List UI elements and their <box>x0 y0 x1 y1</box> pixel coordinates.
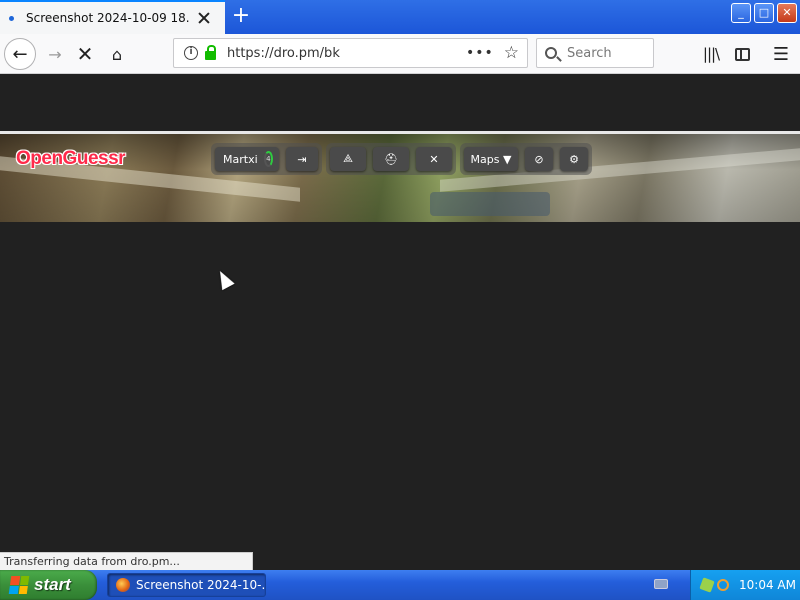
search-input[interactable] <box>567 45 647 61</box>
home-button[interactable]: ⌂ <box>102 39 132 69</box>
logout-icon: ⇥ <box>297 152 307 166</box>
settings-button[interactable]: ⚙ <box>560 147 588 171</box>
start-button[interactable]: start <box>0 570 97 600</box>
tab-title: Screenshot 2024-10-09 18.14.46 <box>26 11 189 25</box>
mode-button-2[interactable]: ⛑ <box>373 147 409 171</box>
search-box[interactable] <box>536 38 654 68</box>
user-controls: Martxi 4 ⇥ <box>211 143 322 175</box>
new-tab-button[interactable]: + <box>230 5 252 28</box>
page-actions-button[interactable]: ••• <box>466 45 494 61</box>
tab-favicon-icon <box>9 15 14 21</box>
start-label: start <box>34 575 71 594</box>
address-bar[interactable]: i https://dro.pm/bk ••• ☆ <box>173 38 528 68</box>
crossed-swords-icon: ✕ <box>429 152 439 166</box>
maps-dropdown-button[interactable]: Maps ▼ <box>464 147 518 171</box>
library-button[interactable]: |||\ <box>696 39 726 69</box>
menu-button[interactable]: ☰ <box>766 39 796 69</box>
mode-button-1[interactable]: ⟁ <box>330 147 366 171</box>
search-tray-icon[interactable] <box>717 579 729 591</box>
mouse-cursor-icon <box>213 267 235 291</box>
user-name: Martxi <box>223 152 258 166</box>
map-controls: Maps ▼ ⊘ ⚙ <box>460 143 592 175</box>
sidebar-icon <box>734 47 750 61</box>
status-panel: Transferring data from dro.pm... <box>0 552 253 570</box>
back-button[interactable]: ← <box>4 38 36 70</box>
bookmark-star-icon[interactable]: ☆ <box>504 43 519 63</box>
window-close-button[interactable]: ✕ <box>777 3 797 23</box>
site-info-icon[interactable]: i <box>184 46 198 60</box>
keyboard-icon[interactable] <box>654 579 668 589</box>
network-tray-icon[interactable] <box>699 577 715 593</box>
opengessr-logo[interactable]: OpenGuessr <box>16 148 126 170</box>
firefox-icon <box>116 578 130 592</box>
navigation-toolbar: ← → ✕ ⌂ i https://dro.pm/bk ••• ☆ |||\ ☰ <box>0 34 800 74</box>
block-icon: ⊘ <box>534 152 544 166</box>
forward-button[interactable]: → <box>40 39 70 69</box>
game-mode-controls: ⟁ ⛑ ✕ <box>326 143 456 175</box>
gear-icon: ⚙ <box>569 152 579 166</box>
panorama-pipe <box>430 192 550 216</box>
helmet-icon: ⛑ <box>384 152 398 166</box>
close-tab-icon[interactable] <box>197 11 211 25</box>
user-profile-button[interactable]: Martxi 4 <box>215 147 279 171</box>
mode-button-3[interactable]: ✕ <box>416 147 452 171</box>
window-maximize-button[interactable]: □ <box>754 3 774 23</box>
url-text[interactable]: https://dro.pm/bk <box>227 46 466 61</box>
page-content: OpenGuessr Martxi 4 ⇥ ⟁ ⛑ ✕ Maps ▼ ⊘ ⚙ T… <box>0 74 800 570</box>
taskbar-window-title: Screenshot 2024-10-... <box>136 578 266 592</box>
taskbar-window-button[interactable]: Screenshot 2024-10-... <box>107 573 266 597</box>
search-icon <box>545 47 557 59</box>
clock[interactable]: 10:04 AM <box>739 578 796 592</box>
secure-lock-icon <box>205 44 216 60</box>
logout-button[interactable]: ⇥ <box>286 147 318 171</box>
stop-loading-button[interactable]: ✕ <box>70 39 100 69</box>
sidebar-toggle-button[interactable] <box>727 39 757 69</box>
user-level-badge: 4 <box>263 151 273 167</box>
windows-logo-icon <box>8 576 30 594</box>
active-tab[interactable]: Screenshot 2024-10-09 18.14.46 <box>0 0 225 34</box>
network-icon: ⟁ <box>343 152 353 165</box>
block-button[interactable]: ⊘ <box>525 147 553 171</box>
window-minimize-button[interactable]: _ <box>731 3 751 23</box>
system-tray: 10:04 AM <box>690 570 800 600</box>
browser-tab-strip: Screenshot 2024-10-09 18.14.46 + _ □ ✕ <box>0 0 800 34</box>
taskbar: start Screenshot 2024-10-... 10:04 AM <box>0 570 800 600</box>
